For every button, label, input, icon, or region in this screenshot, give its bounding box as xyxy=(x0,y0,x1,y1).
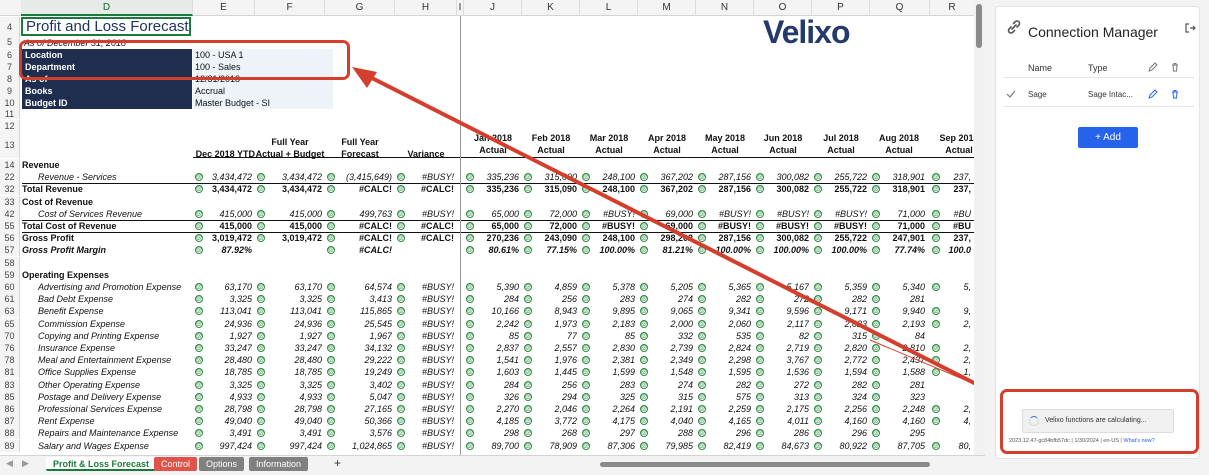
edit-connection-icon[interactable] xyxy=(1148,89,1158,99)
column-type-header: Type xyxy=(1088,63,1108,73)
column-name-header: Name xyxy=(1028,63,1053,73)
edit-header-icon xyxy=(1148,62,1158,72)
sheet-tab-information[interactable]: Information xyxy=(249,457,309,471)
horizontal-scroll-thumb[interactable] xyxy=(600,462,930,467)
spreadsheet-area[interactable]: DEFGHIJKLMNOPQR 4 5 6 Location 100 - USA 17D… xyxy=(0,0,985,475)
tab-nav-left-icon[interactable]: ◀ xyxy=(6,458,13,469)
trash-header-icon xyxy=(1172,63,1178,72)
velixo-side-panel: Connection Manager Name Type Sage Sage I… xyxy=(985,0,1209,475)
panel-title: Connection Manager xyxy=(1028,24,1158,40)
sheet-tab-bar: ◀ ▶ Profit & Loss Forecast Control Options… xyxy=(0,455,985,475)
sheet-tab-options[interactable]: Options xyxy=(199,457,245,471)
app-window: DEFGHIJKLMNOPQR 4 5 6 Location 100 - USA 17D… xyxy=(0,0,1209,475)
table-divider xyxy=(1004,77,1194,78)
tab-nav-right-icon[interactable]: ▶ xyxy=(22,458,29,469)
calculating-message: Velixo functions are calculating... xyxy=(1045,417,1147,424)
version-info: 2023.12.47-gc84bfb57dc | 1/30/2024 | en-… xyxy=(1009,438,1122,444)
version-footer: 2023.12.47-gc84bfb57dc | 1/30/2024 | en-… xyxy=(1009,438,1155,444)
add-sheet-button[interactable]: + xyxy=(334,456,341,470)
sheet-tab-control[interactable]: Control xyxy=(154,457,198,471)
check-icon xyxy=(1006,90,1016,98)
signout-icon[interactable] xyxy=(1184,22,1196,34)
plus-icon: + xyxy=(1095,132,1104,143)
add-connection-label: Add xyxy=(1103,132,1121,143)
whats-new-link[interactable]: What's new? xyxy=(1123,438,1154,444)
annotation-arrow xyxy=(352,67,985,390)
vertical-scroll-thumb[interactable] xyxy=(976,4,982,48)
connection-type: Sage Intac... xyxy=(1088,90,1133,99)
row-divider xyxy=(1004,106,1194,107)
spinner-icon xyxy=(1029,416,1039,426)
horizontal-scrollbar[interactable] xyxy=(590,460,970,470)
link-icon xyxy=(1007,20,1021,34)
calculating-status-toast: Velixo functions are calculating... xyxy=(1022,409,1174,433)
vertical-scrollbar[interactable] xyxy=(974,0,985,455)
connection-name[interactable]: Sage xyxy=(1028,90,1047,99)
add-connection-button[interactable]: + Add xyxy=(1078,127,1138,148)
delete-connection-icon[interactable] xyxy=(1170,89,1180,99)
sheet-tab-profit-loss-forecast[interactable]: Profit & Loss Forecast xyxy=(46,457,157,471)
